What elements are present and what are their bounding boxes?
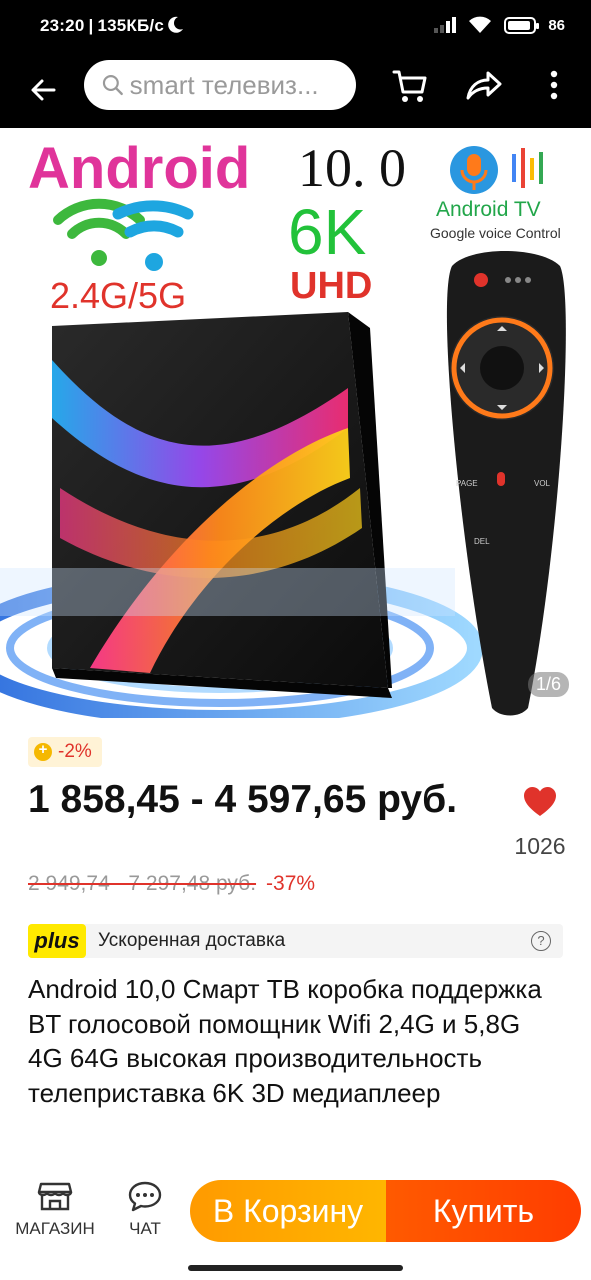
- store-button[interactable]: МАГАЗИН: [10, 1180, 100, 1239]
- battery-level: 86: [548, 16, 565, 34]
- plus-delivery-banner[interactable]: plus Ускоренная доставка ?: [28, 924, 563, 958]
- tv-box-graphic: [0, 312, 455, 698]
- hero-resolution-sub: UHD: [290, 265, 372, 307]
- product-image: Android 10. 0 2.4G/5G 6K UHD Android TV …: [0, 136, 566, 718]
- buy-now-button[interactable]: Купить: [386, 1180, 581, 1242]
- search-placeholder: smart телевиз...: [129, 69, 319, 100]
- product-image-carousel[interactable]: Android 10. 0 2.4G/5G 6K UHD Android TV …: [0, 128, 591, 718]
- discount-percent: -37%: [266, 872, 316, 895]
- help-icon[interactable]: ?: [531, 931, 551, 951]
- wifi-graphic: [53, 198, 194, 271]
- more-vertical-icon[interactable]: [531, 62, 577, 108]
- coin-icon: [34, 741, 52, 761]
- remote-vol-label: VOL: [534, 479, 551, 488]
- signal-icon: [434, 17, 457, 33]
- home-indicator[interactable]: [188, 1265, 403, 1271]
- coupon-badge[interactable]: -2%: [28, 737, 102, 767]
- share-icon[interactable]: [460, 62, 506, 108]
- chat-icon: [128, 1181, 162, 1212]
- delivery-text: Ускоренная доставка: [98, 930, 286, 951]
- chat-label: ЧАТ: [129, 1219, 161, 1238]
- add-to-cart-button[interactable]: В Корзину: [190, 1180, 386, 1242]
- top-bar: smart телевиз...: [0, 56, 591, 128]
- chat-button[interactable]: ЧАТ: [116, 1180, 174, 1239]
- back-arrow-icon[interactable]: [22, 68, 66, 112]
- store-icon: [37, 1182, 73, 1211]
- cart-icon[interactable]: [386, 62, 432, 108]
- moon-icon: [168, 16, 183, 33]
- store-label: МАГАЗИН: [15, 1219, 95, 1238]
- status-bar: 23:20 | 135КБ/с 86: [0, 0, 591, 56]
- product-title: Android 10,0 Смарт ТВ коробка поддержка …: [28, 974, 542, 1108]
- heart-icon: [524, 787, 556, 816]
- hero-version-text: 10. 0: [298, 138, 406, 198]
- original-price: 2 949,74 - 7 297,48 руб.: [28, 872, 257, 895]
- wifi-icon: [469, 16, 492, 33]
- plus-badge: plus: [28, 924, 86, 958]
- hero-badge-title: Android TV: [436, 198, 541, 221]
- remote-page-label: PAGE: [456, 479, 478, 488]
- hero-wifi-bands: 2.4G/5G: [50, 275, 186, 316]
- current-price: 1 858,45 - 4 597,65 руб.: [28, 778, 458, 821]
- remote-control-graphic: PAGE VOL DEL: [446, 251, 566, 716]
- search-input[interactable]: smart телевиз...: [84, 60, 356, 110]
- hero-resolution: 6K: [288, 196, 366, 268]
- battery-icon: [504, 16, 540, 34]
- coupon-text: -2%: [58, 741, 92, 762]
- hero-badge-sub: Google voice Control: [430, 225, 561, 241]
- remote-del-label: DEL: [474, 537, 490, 546]
- hero-brand-text: Android: [28, 136, 250, 201]
- status-speed: 135КБ/с: [97, 16, 164, 35]
- image-counter: 1/6: [527, 672, 569, 697]
- search-icon: [102, 75, 123, 96]
- status-time: 23:20: [40, 16, 85, 35]
- bottom-action-bar: МАГАЗИН ЧАТ В Корзину Купить: [0, 1166, 591, 1280]
- microphone-icon: [450, 146, 543, 194]
- wishlist-button[interactable]: 1026: [512, 786, 568, 861]
- wishlist-count: 1026: [514, 833, 566, 859]
